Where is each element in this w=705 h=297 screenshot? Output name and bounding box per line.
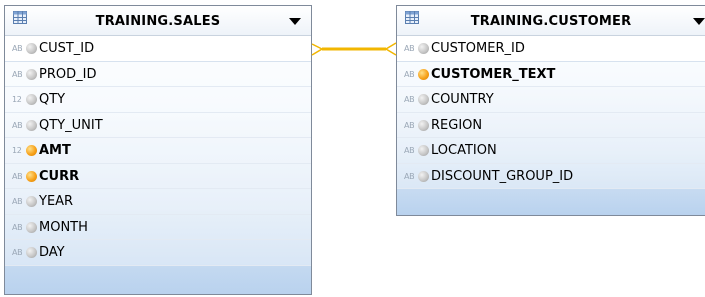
column-row[interactable]: AB DISCOUNT_GROUP_ID <box>397 163 705 189</box>
datatype-icon: AB <box>12 248 23 257</box>
field-dot-icon <box>418 43 429 54</box>
datatype-icon: AB <box>404 44 415 53</box>
datatype-icon: AB <box>12 44 23 53</box>
field-dot-icon <box>418 170 429 182</box>
dropdown-caret-icon[interactable] <box>693 18 705 25</box>
datatype-icon: AB <box>12 197 23 206</box>
table-title: TRAINING.CUSTOMER <box>470 14 632 29</box>
column-name: MONTH <box>39 219 88 235</box>
datatype-icon: AB <box>12 69 23 79</box>
join-right-arrow <box>384 42 397 56</box>
column-name: CUSTOMER_TEXT <box>431 66 556 82</box>
field-dot-icon <box>26 94 37 105</box>
column-name: COUNTRY <box>431 92 494 107</box>
column-row[interactable]: AB CUSTOMER_TEXT <box>397 61 705 87</box>
datatype-icon: AB <box>404 171 415 181</box>
column-name: REGION <box>431 117 483 133</box>
datatype-icon: 12 <box>12 95 22 104</box>
table-training-customer[interactable]: TRAINING.CUSTOMER AB CUSTOMER_ID AB CUSTOME… <box>396 5 705 216</box>
field-dot-icon <box>26 119 37 131</box>
datatype-icon: AB <box>12 222 23 232</box>
field-dot-icon <box>418 145 429 156</box>
field-dot-icon <box>418 94 429 105</box>
field-dot-icon <box>26 43 37 54</box>
datatype-icon: 12 <box>12 146 22 155</box>
table-training-sales[interactable]: TRAINING.SALES AB CUST_ID AB PROD_ID 12 QTY AB… <box>4 5 312 295</box>
datatype-icon: AB <box>404 120 415 130</box>
column-row[interactable]: AB CUST_ID <box>5 36 311 62</box>
column-name: YEAR <box>39 194 74 209</box>
table-header[interactable]: TRAINING.CUSTOMER <box>397 6 705 36</box>
column-name: CUSTOMER_ID <box>431 41 525 56</box>
column-row[interactable]: AB COUNTRY <box>397 87 705 113</box>
column-name: PROD_ID <box>39 66 97 82</box>
field-dot-icon <box>418 119 429 131</box>
column-row[interactable]: 12 AMT <box>5 138 311 164</box>
column-name: LOCATION <box>431 143 497 158</box>
table-header[interactable]: TRAINING.SALES <box>5 6 311 36</box>
dropdown-caret-icon[interactable] <box>289 18 301 25</box>
column-name: DISCOUNT_GROUP_ID <box>431 168 574 184</box>
column-row[interactable]: AB YEAR <box>5 189 311 215</box>
column-row[interactable]: AB REGION <box>397 112 705 138</box>
column-name: QTY_UNIT <box>39 117 103 133</box>
column-row[interactable]: AB PROD_ID <box>5 61 311 87</box>
datatype-icon: AB <box>404 146 415 155</box>
datatype-icon: AB <box>12 120 23 130</box>
column-name: CURR <box>39 168 80 184</box>
column-name: AMT <box>39 143 71 158</box>
column-list: AB CUSTOMER_ID AB CUSTOMER_TEXT AB COUNTRY AB R… <box>397 36 705 189</box>
column-row[interactable]: AB CURR <box>5 163 311 189</box>
column-list: AB CUST_ID AB PROD_ID 12 QTY AB QTY_UNIT 12 AMT AB… <box>5 36 311 266</box>
field-dot-icon <box>26 221 37 233</box>
key-field-dot-icon <box>418 68 429 80</box>
datatype-icon: AB <box>12 171 23 181</box>
key-field-dot-icon <box>26 170 37 182</box>
column-row[interactable]: 12 QTY <box>5 87 311 113</box>
column-row[interactable]: AB DAY <box>5 240 311 266</box>
key-field-dot-icon <box>26 145 37 156</box>
column-name: QTY <box>39 92 66 107</box>
table-title: TRAINING.SALES <box>95 14 221 29</box>
join-left-arrow <box>311 43 324 56</box>
field-dot-icon <box>26 247 37 258</box>
datatype-icon: AB <box>404 69 415 79</box>
field-dot-icon <box>26 68 37 80</box>
column-row[interactable]: AB LOCATION <box>397 138 705 164</box>
field-dot-icon <box>26 196 37 207</box>
column-row[interactable]: AB MONTH <box>5 214 311 240</box>
column-name: CUST_ID <box>39 41 95 56</box>
column-row[interactable]: AB CUSTOMER_ID <box>397 36 705 62</box>
column-row[interactable]: AB QTY_UNIT <box>5 112 311 138</box>
column-name: DAY <box>39 245 65 260</box>
datatype-icon: AB <box>404 95 415 104</box>
